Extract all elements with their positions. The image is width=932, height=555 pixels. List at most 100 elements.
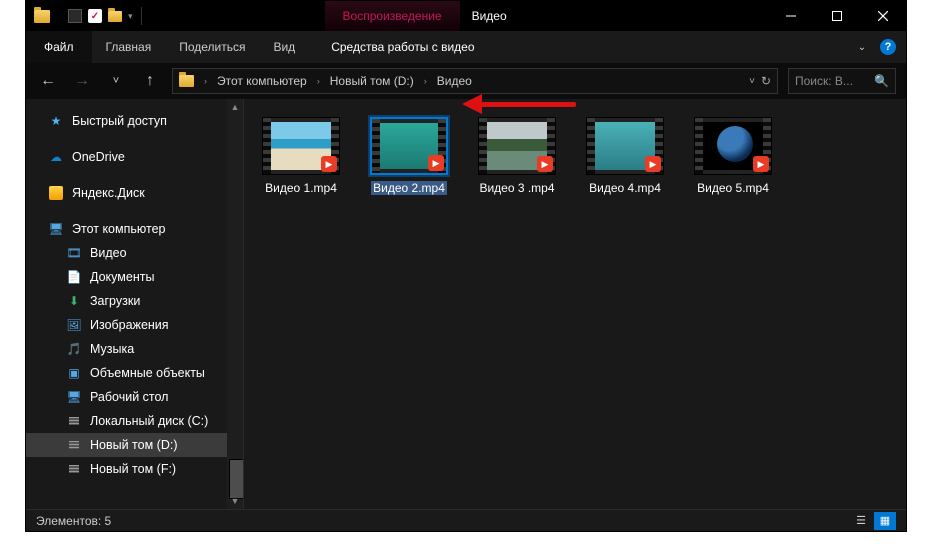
tab-home-label: Главная bbox=[106, 40, 152, 54]
chevron-right-icon[interactable]: › bbox=[313, 76, 324, 86]
ribbon-tabs: Файл Главная Поделиться Вид Средства раб… bbox=[26, 31, 906, 63]
view-details-button[interactable]: ☰ bbox=[850, 512, 872, 530]
tree-label: Новый том (D:) bbox=[90, 438, 178, 452]
tree-downloads[interactable]: ⬇ Загрузки bbox=[26, 289, 243, 313]
play-badge-icon: ▶ bbox=[537, 156, 553, 172]
ribbon-expand-icon[interactable]: ⌄ bbox=[854, 39, 870, 55]
play-badge-icon: ▶ bbox=[645, 156, 661, 172]
refresh-icon[interactable]: ↻ bbox=[761, 74, 771, 88]
sidebar-scrollbar[interactable]: ▲ ▼ bbox=[227, 99, 243, 509]
folder-icon bbox=[34, 10, 50, 23]
view-thumbnails-button[interactable]: ▦ bbox=[874, 512, 896, 530]
drive-icon bbox=[66, 413, 82, 429]
download-icon: ⬇ bbox=[66, 293, 82, 309]
breadcrumb-item[interactable]: Новый том (D:) bbox=[330, 74, 414, 88]
nav-forward-button[interactable]: → bbox=[70, 72, 94, 90]
qat-slot-icon[interactable] bbox=[68, 9, 82, 23]
tab-file-label: Файл bbox=[44, 40, 74, 54]
nav-up-button[interactable]: ↑ bbox=[138, 72, 162, 90]
file-thumbnail[interactable]: ▶ bbox=[478, 117, 556, 175]
tree-desktop[interactable]: 🖥Рабочий стол bbox=[26, 385, 243, 409]
tree-documents[interactable]: 📄 Документы bbox=[26, 265, 243, 289]
tab-view[interactable]: Вид bbox=[259, 31, 309, 63]
yandex-disk-icon bbox=[48, 185, 64, 201]
tab-home[interactable]: Главная bbox=[92, 31, 166, 63]
tree-onedrive[interactable]: ☁OneDrive bbox=[26, 145, 243, 169]
qat-properties-icon[interactable]: ✓ bbox=[88, 9, 102, 23]
breadcrumb-label: Новый том (D:) bbox=[330, 74, 414, 88]
tree-label: Быстрый доступ bbox=[72, 114, 167, 128]
window-title: Видео bbox=[460, 9, 519, 23]
tree-label: OneDrive bbox=[72, 150, 125, 164]
chevron-right-icon[interactable]: › bbox=[200, 76, 211, 86]
tab-video-tools[interactable]: Средства работы с видео bbox=[309, 31, 496, 63]
tree-disk-f[interactable]: Новый том (F:) bbox=[26, 457, 243, 481]
address-bar: ← → ˅ ↑ › Этот компьютер › Новый том (D:… bbox=[26, 63, 906, 99]
main-area: ★ Быстрый доступ ☁OneDrive Яндекс.Диск 🖥Э… bbox=[26, 99, 906, 509]
file-thumbnail[interactable]: ▶ bbox=[370, 117, 448, 175]
help-icon[interactable]: ? bbox=[880, 39, 896, 55]
close-button[interactable] bbox=[860, 1, 906, 31]
nav-recent-dropdown[interactable]: ˅ bbox=[104, 75, 128, 87]
music-icon: 🎵 bbox=[66, 341, 82, 357]
tree-3d-objects[interactable]: ▣Объемные объекты bbox=[26, 361, 243, 385]
nav-back-button[interactable]: ← bbox=[36, 72, 60, 90]
file-item[interactable]: ▶ Видео 4.mp4 bbox=[580, 117, 670, 195]
explorer-window: ✓ ▾ Воспроизведение Видео Файл Главная П… bbox=[25, 0, 907, 532]
file-name-label: Видео 1.mp4 bbox=[265, 181, 337, 195]
tree-music[interactable]: 🎵 Музыка bbox=[26, 337, 243, 361]
tree-label: Этот компьютер bbox=[72, 222, 165, 236]
file-item[interactable]: ▶ Видео 3 .mp4 bbox=[472, 117, 562, 195]
breadcrumb-bar[interactable]: › Этот компьютер › Новый том (D:) › Виде… bbox=[172, 68, 778, 94]
chevron-right-icon[interactable]: › bbox=[420, 76, 431, 86]
address-dropdown-icon[interactable]: ˅ bbox=[749, 76, 755, 87]
tree-yandex-disk[interactable]: Яндекс.Диск bbox=[26, 181, 243, 205]
file-thumbnail[interactable]: ▶ bbox=[262, 117, 340, 175]
scroll-down-icon[interactable]: ▼ bbox=[227, 493, 243, 509]
file-thumbnail[interactable]: ▶ bbox=[586, 117, 664, 175]
drive-icon bbox=[66, 437, 82, 453]
document-icon: 📄 bbox=[66, 269, 82, 285]
file-item[interactable]: ▶Видео 2.mp4 bbox=[364, 117, 454, 195]
tree-label: Документы bbox=[90, 270, 154, 284]
tree-quick-access[interactable]: ★ Быстрый доступ bbox=[26, 109, 243, 133]
star-icon: ★ bbox=[48, 113, 64, 129]
play-badge-icon: ▶ bbox=[753, 156, 769, 172]
folder-icon bbox=[179, 75, 194, 87]
folder-icon[interactable] bbox=[108, 11, 122, 22]
search-icon: 🔍 bbox=[874, 74, 889, 88]
tree-label: Загрузки bbox=[90, 294, 140, 308]
tab-view-label: Вид bbox=[273, 40, 295, 54]
tree-disk-d[interactable]: Новый том (D:) bbox=[26, 433, 243, 457]
tree-label: Яндекс.Диск bbox=[72, 186, 145, 200]
maximize-button[interactable] bbox=[814, 1, 860, 31]
tree-disk-c[interactable]: Локальный диск (C:) bbox=[26, 409, 243, 433]
content-pane[interactable]: ▶Видео 1.mp4▶Видео 2.mp4▶Видео 3 .mp4▶Ви… bbox=[244, 99, 906, 509]
pictures-icon: 🖼 bbox=[66, 317, 82, 333]
file-item[interactable]: ▶Видео 5.mp4 bbox=[688, 117, 778, 195]
breadcrumb-item[interactable]: Этот компьютер bbox=[217, 74, 307, 88]
tree-label: Объемные объекты bbox=[90, 366, 205, 380]
tab-video-tools-label: Средства работы с видео bbox=[331, 40, 474, 54]
title-bar: ✓ ▾ Воспроизведение Видео bbox=[26, 1, 906, 31]
tree-this-pc[interactable]: 🖥Этот компьютер bbox=[26, 217, 243, 241]
contextual-tab-header: Воспроизведение bbox=[325, 1, 460, 31]
file-thumbnail[interactable]: ▶ bbox=[694, 117, 772, 175]
minimize-button[interactable] bbox=[768, 1, 814, 31]
tree-label: Видео bbox=[90, 246, 127, 260]
tab-file[interactable]: Файл bbox=[26, 31, 92, 63]
video-folder-icon: 🎞 bbox=[66, 245, 82, 261]
tree-pictures[interactable]: 🖼Изображения bbox=[26, 313, 243, 337]
tree-videos[interactable]: 🎞 Видео bbox=[26, 241, 243, 265]
search-input[interactable]: Поиск: В... 🔍 bbox=[788, 68, 896, 94]
tab-share[interactable]: Поделиться bbox=[165, 31, 259, 63]
qat-dropdown-icon[interactable]: ▾ bbox=[128, 11, 133, 22]
file-name-label: Видео 3 .mp4 bbox=[479, 181, 554, 195]
tree-label: Музыка bbox=[90, 342, 134, 356]
breadcrumb-item[interactable]: Видео bbox=[437, 74, 472, 88]
file-name-label: Видео 4.mp4 bbox=[589, 181, 661, 195]
scroll-up-icon[interactable]: ▲ bbox=[227, 99, 243, 115]
file-item[interactable]: ▶ Видео 1.mp4 bbox=[256, 117, 346, 195]
tree-label: Локальный диск (C:) bbox=[90, 414, 208, 428]
tree-label: Рабочий стол bbox=[90, 390, 168, 404]
